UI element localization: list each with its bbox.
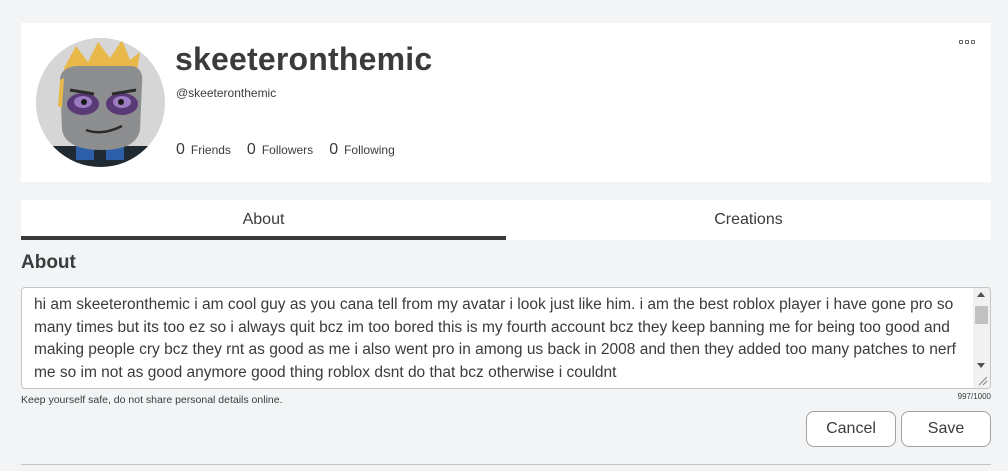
profile-stats: 0 Friends 0 Followers 0 Following	[176, 141, 395, 159]
divider	[21, 464, 991, 465]
scroll-down-arrow-icon[interactable]	[977, 363, 985, 368]
profile-header-card: skeeteronthemic @skeeteronthemic 0 Frien…	[21, 23, 991, 182]
username: @skeeteronthemic	[176, 86, 277, 100]
stat-label: Followers	[261, 143, 314, 157]
stat-following[interactable]: 0 Following	[329, 141, 395, 159]
cancel-button[interactable]: Cancel	[806, 411, 896, 447]
more-options-icon[interactable]	[959, 37, 979, 47]
stat-friends[interactable]: 0 Friends	[176, 141, 231, 159]
profile-tabs: About Creations	[21, 200, 991, 240]
avatar[interactable]	[36, 38, 165, 167]
tab-creations[interactable]: Creations	[506, 200, 991, 240]
stat-count: 0	[329, 141, 339, 158]
stat-followers[interactable]: 0 Followers	[247, 141, 313, 159]
stat-label: Following	[344, 143, 395, 157]
stat-count: 0	[176, 141, 185, 158]
save-button[interactable]: Save	[901, 411, 991, 447]
scroll-up-arrow-icon[interactable]	[977, 292, 985, 297]
scrollbar[interactable]	[973, 288, 990, 388]
tab-about[interactable]: About	[21, 200, 506, 240]
about-heading: About	[21, 252, 76, 273]
about-text[interactable]: hi am skeeteronthemic i am cool guy as y…	[34, 294, 969, 384]
about-textarea[interactable]: hi am skeeteronthemic i am cool guy as y…	[21, 287, 991, 389]
safety-note: Keep yourself safe, do not share persona…	[21, 394, 283, 406]
scroll-thumb[interactable]	[975, 306, 988, 324]
avatar-image	[36, 38, 165, 167]
display-name: skeeteronthemic	[175, 41, 433, 77]
stat-label: Friends	[190, 143, 231, 157]
resize-grip-icon[interactable]	[976, 374, 988, 386]
stat-count: 0	[246, 141, 256, 158]
character-count: 997/1000	[957, 392, 991, 401]
